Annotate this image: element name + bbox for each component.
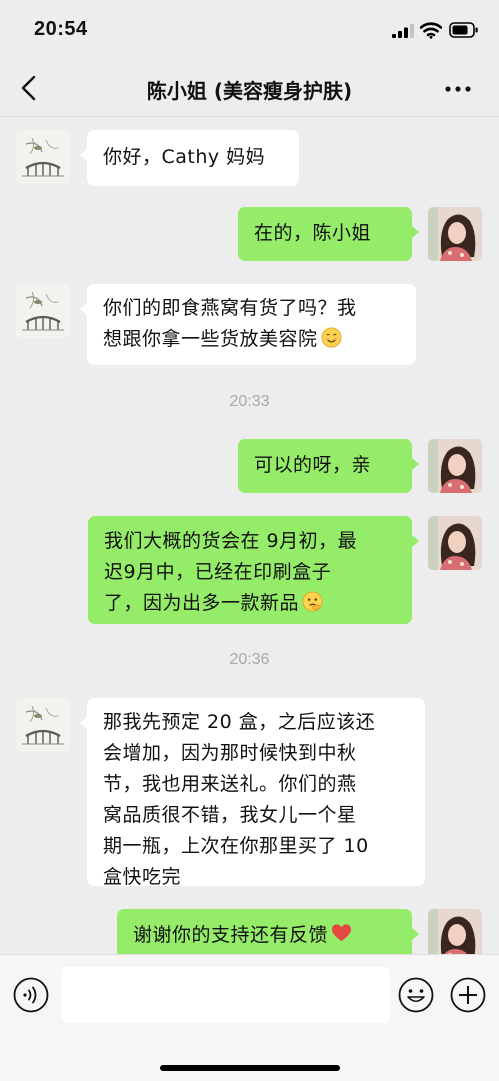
chat-title: 陈小姐 (美容瘦身护肤) <box>146 79 353 103</box>
message-bubble-incoming[interactable]: 那我先预定 20 盒，之后应该还 会增加，因为那时候快到中秋 节，我也用来送礼。… <box>80 698 425 888</box>
message-line: 期一瓶，上次在你那里买了 10 <box>103 835 369 857</box>
contact-avatar[interactable] <box>16 284 70 338</box>
message-bubble-incoming[interactable]: 你们的即食燕窝有货了吗？我 想跟你拿一些货放美容院 <box>80 284 416 365</box>
message-line: 你们的即食燕窝有货了吗？我 <box>103 297 357 319</box>
more-functions-plus-icon[interactable] <box>450 977 486 1013</box>
emoji-picker-icon[interactable] <box>398 977 434 1013</box>
signal-icon <box>392 24 414 38</box>
more-options-icon[interactable] <box>440 74 476 104</box>
message-text: 可以的呀，亲 <box>254 454 372 476</box>
message-line: 迟9月中，已经在印刷盒子 <box>104 561 332 583</box>
message-bubble-outgoing[interactable]: 可以的呀，亲 <box>238 439 419 493</box>
message-text: 你好，Cathy 妈妈 <box>103 146 266 168</box>
heart-emoji-icon <box>331 924 352 942</box>
message-line: 了，因为出多一款新品 <box>104 592 300 614</box>
status-time: 20:54 <box>34 18 88 40</box>
message-line: 窝品质很不错，我女儿一个星 <box>103 804 357 826</box>
message-text: 在的，陈小姐 <box>254 222 372 244</box>
input-bar <box>0 954 499 1081</box>
message-line: 盒快吃完 <box>103 866 182 888</box>
message-line: 会增加，因为那时候快到中秋 <box>103 742 357 764</box>
contact-avatar[interactable] <box>16 130 70 184</box>
voice-input-icon[interactable] <box>13 977 49 1013</box>
thinking-emoji-icon <box>302 591 323 612</box>
my-avatar[interactable] <box>428 439 482 493</box>
status-bar: 20:54 <box>0 0 499 62</box>
chat-header: 陈小姐 (美容瘦身护肤) <box>0 62 499 116</box>
my-avatar[interactable] <box>428 909 482 954</box>
message-list[interactable]: 你好，Cathy 妈妈 在的，陈小姐 你们的即食燕窝有货了吗？我 想跟你拿一些货… <box>0 117 499 954</box>
timestamp: 20:33 <box>229 393 270 410</box>
contact-avatar[interactable] <box>16 698 70 752</box>
message-bubble-incoming[interactable]: 你好，Cathy 妈妈 <box>80 130 299 186</box>
message-line: 节，我也用来送礼。你们的燕 <box>103 773 357 795</box>
message-bubble-outgoing[interactable]: 我们大概的货会在 9月初，最 迟9月中，已经在印刷盒子 了，因为出多一款新品 <box>88 516 419 624</box>
battery-icon <box>449 22 478 38</box>
my-avatar[interactable] <box>428 516 482 570</box>
timestamp: 20:36 <box>229 651 270 668</box>
message-bubble-outgoing[interactable]: 在的，陈小姐 <box>238 207 419 261</box>
message-line: 那我先预定 20 盒，之后应该还 <box>103 711 376 733</box>
wifi-icon <box>420 22 442 39</box>
message-line: 想跟你拿一些货放美容院 <box>103 328 318 350</box>
message-line: 我们大概的货会在 9月初，最 <box>104 530 358 552</box>
smile-emoji-icon <box>320 327 342 348</box>
my-avatar[interactable] <box>428 207 482 261</box>
message-bubble-outgoing[interactable]: 谢谢你的支持还有反馈 <box>117 909 419 954</box>
message-text: 谢谢你的支持还有反馈 <box>133 924 329 946</box>
message-input[interactable] <box>62 967 390 1023</box>
home-indicator[interactable] <box>160 1065 340 1071</box>
back-arrow-icon[interactable] <box>14 72 46 104</box>
